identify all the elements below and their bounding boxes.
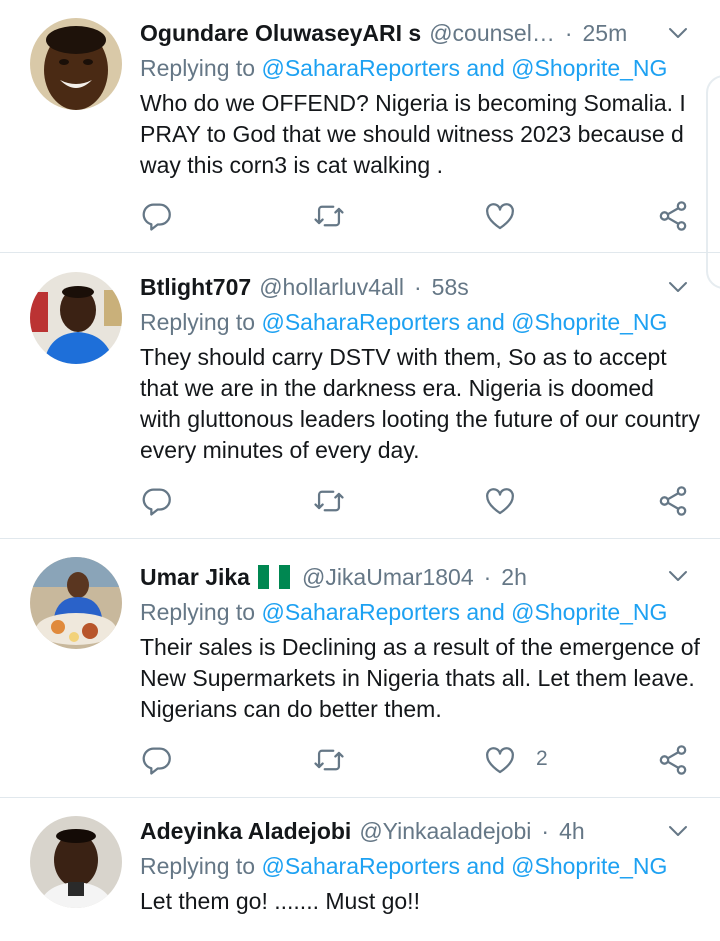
share-icon[interactable]	[656, 743, 690, 777]
reply-icon[interactable]	[140, 743, 174, 777]
display-name[interactable]: Ogundare OluwaseyARI s	[140, 20, 421, 47]
replying-and-label: and	[466, 599, 505, 625]
timestamp[interactable]: 4h	[559, 818, 585, 845]
tweet-header: Ogundare OluwaseyARI s @counsel… · 25m	[140, 18, 690, 48]
like-icon[interactable]	[483, 743, 517, 777]
share-icon[interactable]	[656, 484, 690, 518]
display-name[interactable]: Umar Jika	[140, 564, 250, 591]
user-handle[interactable]: @hollarluv4all	[259, 274, 404, 301]
tweet-text: Their sales is Declining as a result of …	[140, 634, 700, 722]
avatar[interactable]	[30, 18, 122, 110]
user-handle[interactable]: @Yinkaaladejobi	[359, 818, 531, 845]
replying-label: Replying to	[140, 55, 256, 81]
tweet-header: Btlight707 @hollarluv4all · 58s	[140, 272, 690, 302]
avatar[interactable]	[30, 557, 122, 649]
nigeria-flag-icon	[257, 565, 290, 589]
tweet-header: Adeyinka Aladejobi @Yinkaaladejobi · 4h	[140, 816, 690, 846]
tweet-actions	[0, 484, 720, 520]
chevron-down-icon[interactable]	[666, 275, 690, 299]
mention-link[interactable]: @Shoprite_NG	[511, 55, 667, 81]
separator-dot: ·	[483, 563, 492, 590]
retweet-icon[interactable]	[312, 199, 346, 233]
replying-label: Replying to	[140, 309, 256, 335]
mention-link[interactable]: @SaharaReporters	[261, 309, 460, 335]
divider	[0, 252, 720, 253]
chevron-down-icon[interactable]	[666, 21, 690, 45]
timestamp[interactable]: 2h	[501, 564, 527, 591]
mention-link[interactable]: @Shoprite_NG	[511, 309, 667, 335]
timestamp[interactable]: 58s	[432, 274, 469, 301]
replying-label: Replying to	[140, 853, 256, 879]
reply-icon[interactable]	[140, 199, 174, 233]
separator-dot: ·	[414, 273, 422, 300]
replying-to: Replying to @SaharaReporters and @Shopri…	[140, 55, 667, 82]
retweet-icon[interactable]	[312, 743, 346, 777]
replying-to: Replying to @SaharaReporters and @Shopri…	[140, 853, 667, 880]
mention-link[interactable]: @Shoprite_NG	[511, 599, 667, 625]
chevron-down-icon[interactable]	[666, 819, 690, 843]
divider	[0, 797, 720, 798]
user-handle[interactable]: @counsel…	[429, 20, 555, 47]
mention-link[interactable]: @Shoprite_NG	[511, 853, 667, 879]
tweet-header: Umar Jika @JikaUmar1804 · 2h	[140, 562, 690, 592]
tweet-text: They should carry DSTV with them, So as …	[140, 344, 701, 463]
chevron-down-icon[interactable]	[666, 564, 690, 588]
tweet-actions: 2	[0, 743, 720, 779]
tweet-text: Let them go! ....... Must go!!	[140, 888, 420, 914]
separator-dot: ·	[541, 817, 550, 844]
retweet-icon[interactable]	[312, 484, 346, 518]
divider	[0, 538, 720, 539]
replying-and-label: and	[466, 55, 505, 81]
user-handle[interactable]: @JikaUmar1804	[302, 564, 474, 591]
like-count: 2	[536, 747, 548, 770]
mention-link[interactable]: @SaharaReporters	[261, 599, 460, 625]
share-icon[interactable]	[656, 199, 690, 233]
separator-dot: ·	[564, 19, 573, 46]
replying-and-label: and	[466, 853, 505, 879]
replying-label: Replying to	[140, 599, 256, 625]
replying-to: Replying to @SaharaReporters and @Shopri…	[140, 599, 667, 626]
tweet-text: Who do we OFFEND? Nigeria is becoming So…	[140, 90, 686, 178]
timestamp[interactable]: 25m	[583, 20, 628, 47]
avatar[interactable]	[30, 816, 122, 908]
like-icon[interactable]	[483, 484, 517, 518]
mention-link[interactable]: @SaharaReporters	[261, 853, 460, 879]
replying-and-label: and	[466, 309, 505, 335]
tweet-actions	[0, 199, 720, 235]
replying-to: Replying to @SaharaReporters and @Shopri…	[140, 309, 667, 336]
mention-link[interactable]: @SaharaReporters	[261, 55, 460, 81]
display-name[interactable]: Btlight707	[140, 274, 251, 301]
like-icon[interactable]	[483, 199, 517, 233]
display-name[interactable]: Adeyinka Aladejobi	[140, 818, 351, 845]
avatar[interactable]	[30, 272, 122, 364]
side-card-edge	[706, 75, 720, 289]
reply-icon[interactable]	[140, 484, 174, 518]
